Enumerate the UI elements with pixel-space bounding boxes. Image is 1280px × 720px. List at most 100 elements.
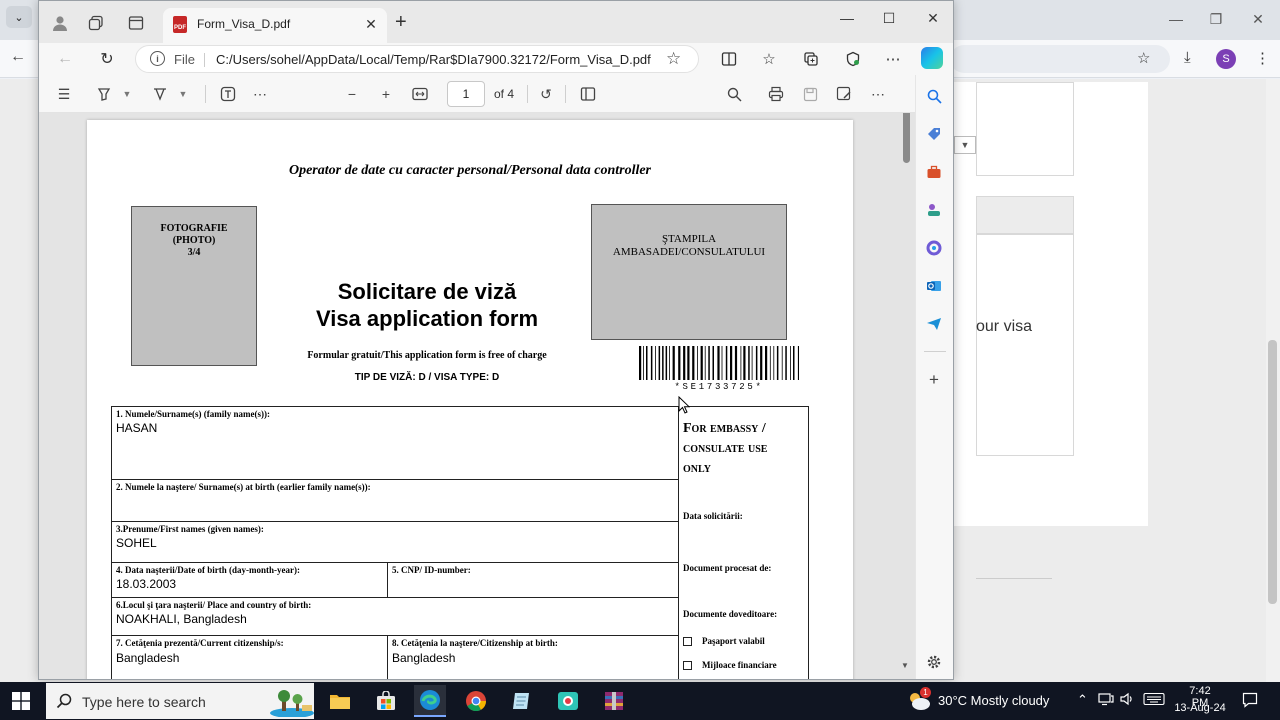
chevron-down-icon[interactable]: ▼ [121, 83, 133, 105]
field-value[interactable]: NOAKHALI, Bangladesh [116, 612, 247, 626]
notification-icon[interactable] [1242, 692, 1258, 708]
pdf-more-icon[interactable]: ⋯ [867, 83, 889, 105]
field-value[interactable]: SOHEL [116, 536, 157, 550]
outlook-icon[interactable] [925, 277, 943, 295]
download-icon[interactable]: ⤓ [1184, 49, 1191, 66]
field-citizenship[interactable]: 7. Cetăţenia prezentă/Current citizenshi… [112, 636, 388, 679]
field-date-of-birth[interactable]: 4. Data naşterii/Date of birth (day-mont… [112, 563, 388, 598]
chevron-down-icon: ▼ [960, 140, 970, 150]
favorites-icon[interactable]: ☆ [757, 48, 781, 70]
new-tab-button[interactable]: + [395, 12, 407, 32]
bg-scroll-thumb[interactable] [1268, 340, 1277, 604]
save-icon[interactable] [799, 83, 821, 105]
more-tools-icon[interactable]: ⋯ [249, 83, 271, 105]
bg-restore-button[interactable]: ❐ [1196, 8, 1236, 30]
tab-menu-button[interactable]: ⌄ [6, 6, 32, 28]
scroll-down-icon[interactable]: ▼ [901, 661, 909, 670]
pdf-document-area[interactable]: Operator de date cu caracter personal/Pe… [39, 113, 915, 679]
checkbox-valid-passport[interactable]: Paşaport valabil [683, 636, 765, 646]
pdf-scroll-thumb[interactable] [903, 113, 910, 163]
field-surname[interactable]: 1. Numele/Surname(s) (family name(s)): H… [112, 407, 679, 480]
keyboard-icon[interactable] [1143, 692, 1165, 709]
checkbox[interactable] [683, 636, 692, 646]
rotate-icon[interactable]: ↺ [535, 83, 557, 105]
back-button[interactable]: ← [53, 48, 77, 70]
zoom-in-icon[interactable]: + [375, 83, 397, 105]
microsoft-365-icon[interactable] [925, 239, 943, 257]
minimize-button[interactable]: — [825, 7, 869, 29]
close-window-button[interactable]: ✕ [911, 7, 955, 29]
profile-icon[interactable] [49, 12, 71, 34]
field-citizenship-at-birth[interactable]: 8. Cetăţenia la naştere/Citizenship at b… [388, 636, 679, 679]
print-icon[interactable] [765, 83, 787, 105]
clock-date[interactable]: 13-Aug-24 [1172, 702, 1228, 714]
collections-icon[interactable] [799, 48, 823, 70]
split-screen-icon[interactable] [717, 48, 741, 70]
vertical-tabs-icon[interactable] [125, 12, 147, 34]
refresh-button[interactable]: ↻ [95, 48, 119, 70]
games-icon[interactable] [925, 201, 943, 219]
network-icon[interactable] [1098, 692, 1114, 709]
field-birth-place[interactable]: 6.Locul şi ţara naşterii/ Place and coun… [112, 598, 679, 636]
maximize-button[interactable]: ☐ [867, 7, 911, 29]
add-sidebar-app-icon[interactable]: + [925, 370, 943, 389]
info-icon[interactable]: i [150, 51, 165, 66]
divider [204, 53, 205, 67]
field-value[interactable]: HASAN [116, 421, 157, 435]
chevron-down-icon[interactable]: ▼ [177, 83, 189, 105]
tab-form-visa-pdf[interactable]: PDF Form_Visa_D.pdf ✕ [163, 8, 387, 43]
drop-send-icon[interactable] [925, 315, 943, 333]
page-number-input[interactable]: 1 [447, 81, 485, 107]
taskbar-microsoft-store[interactable] [370, 685, 402, 717]
bg-dropdown[interactable]: ▼ [954, 136, 976, 154]
taskbar-file-explorer[interactable] [324, 685, 356, 717]
favorite-star-icon[interactable]: ☆ [666, 49, 681, 69]
settings-more-icon[interactable]: ⋯ [881, 48, 905, 70]
field-value[interactable]: Bangladesh [116, 651, 179, 665]
taskbar-screen-recorder[interactable] [552, 685, 584, 717]
search-icon[interactable] [925, 87, 943, 105]
taskbar-edge[interactable] [414, 685, 446, 717]
bg-close-button[interactable]: ✕ [1238, 8, 1278, 30]
workspaces-icon[interactable] [85, 12, 107, 34]
taskbar-chrome[interactable] [460, 685, 492, 717]
bg-minimize-button[interactable]: — [1156, 8, 1196, 30]
chevron-up-icon[interactable]: ⌃ [1077, 692, 1088, 708]
bg-back-button[interactable]: ← [10, 48, 26, 66]
draw-icon[interactable] [149, 83, 171, 105]
copilot-icon[interactable] [921, 47, 943, 69]
field-cnp[interactable]: 5. CNP/ ID-number: [388, 563, 679, 598]
field-birth-surname[interactable]: 2. Numele la naştere/ Surname(s) at birt… [112, 480, 679, 522]
checkbox[interactable] [683, 660, 692, 670]
address-bar[interactable]: i File C:/Users/sohel/AppData/Local/Temp… [135, 45, 699, 73]
page-view-icon[interactable] [577, 83, 599, 105]
bg-menu-icon[interactable]: ⋮ [1255, 49, 1270, 67]
find-search-icon[interactable] [723, 83, 745, 105]
field-value[interactable]: 18.03.2003 [116, 577, 176, 591]
shopping-tag-icon[interactable] [925, 125, 943, 143]
pdf-scrollbar[interactable]: ▲ ▼ [899, 113, 913, 679]
volume-icon[interactable] [1120, 692, 1136, 709]
zoom-out-icon[interactable]: − [341, 83, 363, 105]
highlight-icon[interactable] [93, 83, 115, 105]
sidebar-settings-gear-icon[interactable] [925, 653, 943, 671]
save-as-icon[interactable] [833, 83, 855, 105]
taskbar-winrar[interactable] [598, 685, 630, 717]
field-value[interactable]: Bangladesh [392, 651, 455, 665]
taskbar-search-box[interactable]: Type here to search [46, 683, 314, 719]
field-first-names[interactable]: 3.Prenume/First names (given names): SOH… [112, 522, 679, 563]
fit-to-width-icon[interactable] [409, 83, 431, 105]
weather-text[interactable]: 30°C Mostly cloudy [938, 693, 1049, 708]
bg-favorite-star-icon[interactable]: ☆ [1137, 49, 1150, 67]
tools-icon[interactable] [925, 163, 943, 181]
taskbar-notepad[interactable] [506, 685, 538, 717]
url-text[interactable]: C:/Users/sohel/AppData/Local/Temp/Rar$DI… [216, 52, 651, 67]
add-text-icon[interactable] [217, 83, 239, 105]
contents-icon[interactable]: ☰ [53, 83, 75, 105]
avatar[interactable]: S [1216, 49, 1236, 69]
browser-essentials-icon[interactable] [841, 48, 865, 70]
tab-close-button[interactable]: ✕ [361, 14, 381, 34]
windows-start-icon[interactable] [12, 692, 30, 710]
close-icon: ✕ [1252, 10, 1264, 27]
checkbox-financial-means[interactable]: Mijloace financiare [683, 660, 777, 670]
